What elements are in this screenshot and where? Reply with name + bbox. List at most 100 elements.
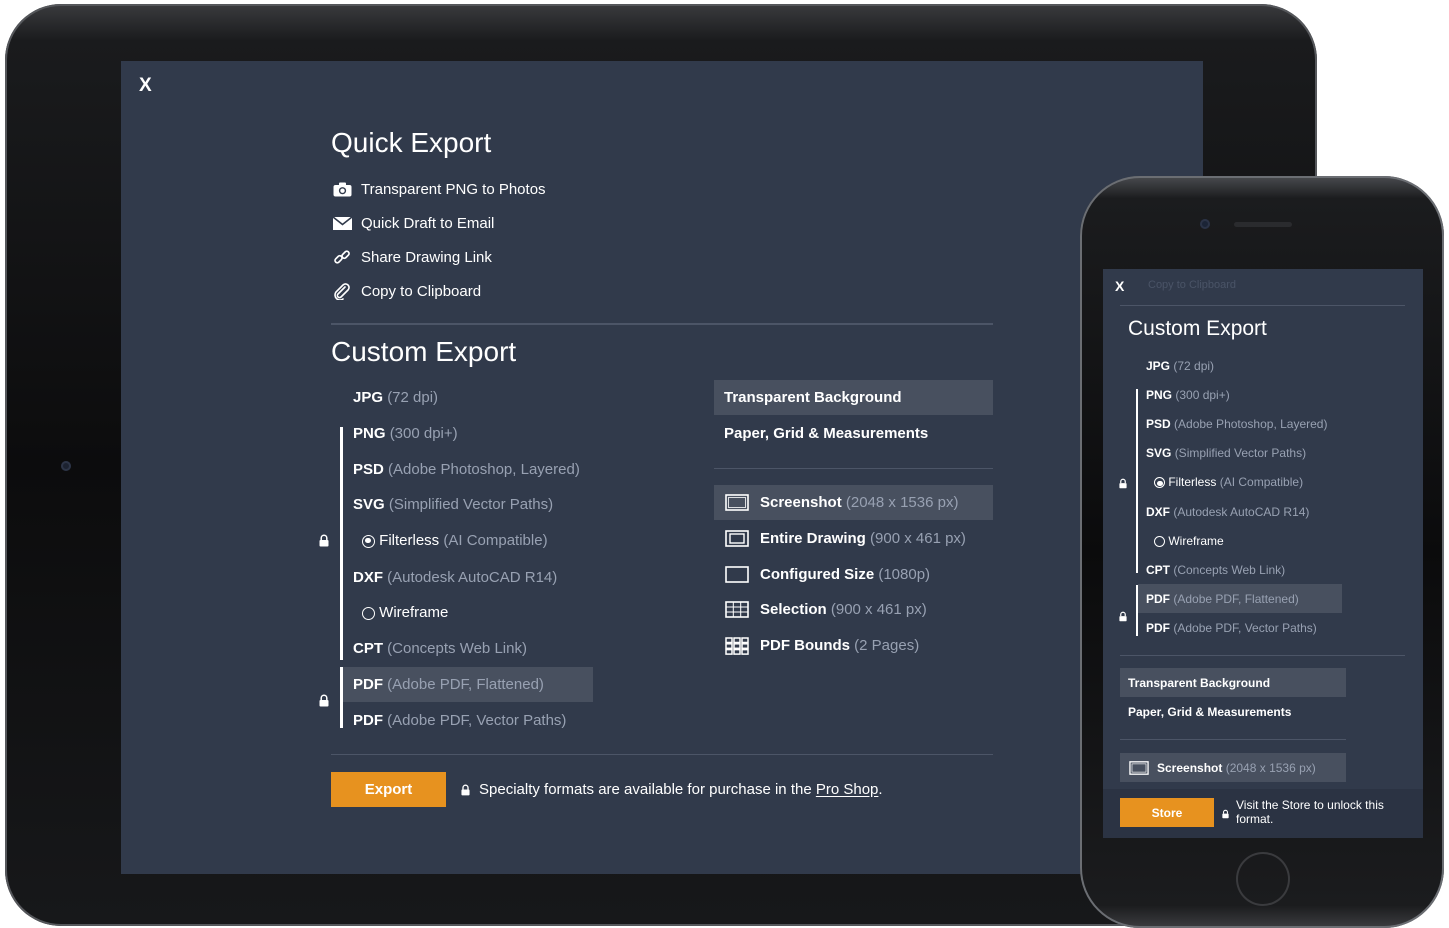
format-svg[interactable]: SVG (Simplified Vector Paths) (353, 496, 553, 513)
format-dxf[interactable]: DXF (Autodesk AutoCAD R14) (353, 569, 557, 586)
size-configured[interactable]: Configured Size (1080p) (760, 566, 930, 583)
format-detail: (Adobe Photoshop, Layered) (1174, 417, 1328, 431)
size-name: Screenshot (760, 494, 842, 511)
format-detail: (Concepts Web Link) (387, 640, 527, 657)
ipad-screen: X Quick Export Transparent PNG to Photos… (121, 61, 1203, 874)
format-detail: (Simplified Vector Paths) (388, 496, 554, 513)
lock-icon (319, 694, 329, 712)
format-detail: (Adobe PDF, Flattened) (387, 676, 544, 693)
size-name: Entire Drawing (760, 530, 866, 547)
format-dxf[interactable]: DXF (Autodesk AutoCAD R14) (1146, 505, 1309, 519)
radio-selected-icon (362, 534, 375, 548)
option-name: Wireframe (379, 604, 449, 621)
link-icon (331, 248, 353, 266)
format-detail: (Adobe PDF, Flattened) (1173, 592, 1299, 606)
pro-shop-link[interactable]: Pro Shop (816, 781, 879, 798)
custom-export-title: Custom Export (331, 336, 517, 367)
pro-shop-note: Specialty formats are available for purc… (479, 781, 883, 798)
store-button[interactable]: Store (1120, 798, 1214, 827)
format-pdf-vector[interactable]: PDF (Adobe PDF, Vector Paths) (353, 712, 566, 729)
home-button[interactable] (1236, 852, 1290, 906)
format-detail: (300 dpi+) (389, 425, 458, 442)
selection-grid-icon (725, 601, 749, 623)
option-filterless[interactable]: Filterless (AI Compatible) (1154, 475, 1303, 489)
option-detail: (AI Compatible) (443, 532, 548, 549)
format-group-line (340, 427, 343, 660)
close-button[interactable]: X (139, 75, 152, 97)
format-detail: (Autodesk AutoCAD R14) (387, 569, 558, 586)
quick-export-item-photos[interactable]: Transparent PNG to Photos (331, 179, 546, 199)
format-name: PDF (1146, 621, 1170, 635)
format-cpt[interactable]: CPT (Concepts Web Link) (353, 640, 527, 657)
format-jpg[interactable]: JPG (72 dpi) (1146, 359, 1214, 373)
size-detail: (1080p) (878, 566, 931, 583)
quick-export-title: Quick Export (331, 127, 492, 158)
format-psd[interactable]: PSD (Adobe Photoshop, Layered) (353, 461, 580, 478)
configured-size-icon (725, 566, 749, 588)
divider (1120, 655, 1405, 656)
option-transparent-background[interactable]: Transparent Background (1128, 676, 1270, 690)
size-selection[interactable]: Selection (900 x 461 px) (760, 601, 927, 618)
option-name: Filterless (379, 532, 440, 549)
screenshot-icon (1129, 761, 1149, 780)
size-detail: (900 x 461 px) (830, 601, 927, 618)
format-psd[interactable]: PSD (Adobe Photoshop, Layered) (1146, 417, 1327, 431)
iphone-camera (1200, 219, 1210, 229)
format-pdf-flattened[interactable]: PDF (Adobe PDF, Flattened) (353, 676, 544, 693)
format-group-line (1136, 389, 1138, 573)
size-entire-drawing[interactable]: Entire Drawing (900 x 461 px) (760, 530, 966, 547)
envelope-icon (331, 216, 353, 230)
format-pdf-flattened[interactable]: PDF (Adobe PDF, Flattened) (1146, 592, 1299, 606)
divider (331, 323, 993, 325)
option-filterless[interactable]: Filterless (AI Compatible) (362, 532, 548, 549)
format-name: SVG (1146, 446, 1172, 460)
format-detail: (Adobe PDF, Vector Paths) (1173, 621, 1317, 635)
format-detail: (Concepts Web Link) (1173, 563, 1286, 577)
format-name: PDF (353, 676, 383, 693)
format-pdf-vector[interactable]: PDF (Adobe PDF, Vector Paths) (1146, 621, 1317, 635)
option-paper-grid[interactable]: Paper, Grid & Measurements (1128, 705, 1291, 719)
radio-selected-icon (1154, 477, 1165, 489)
option-name: Wireframe (1168, 534, 1224, 548)
format-png[interactable]: PNG (300 dpi+) (1146, 388, 1230, 402)
option-wireframe[interactable]: Wireframe (362, 604, 448, 621)
size-screenshot[interactable]: Screenshot (2048 x 1536 px) (760, 494, 958, 511)
quick-export-item-link[interactable]: Share Drawing Link (331, 247, 492, 267)
size-screenshot[interactable]: Screenshot (2048 x 1536 px) (1157, 761, 1316, 775)
format-name: PNG (1146, 388, 1173, 402)
size-pdf-bounds[interactable]: PDF Bounds (2 Pages) (760, 637, 919, 654)
store-note: Visit the Store to unlock this format. (1236, 798, 1384, 826)
radio-empty-icon (362, 606, 375, 620)
format-detail: (72 dpi) (1173, 359, 1215, 373)
format-cpt[interactable]: CPT (Concepts Web Link) (1146, 563, 1285, 577)
camera-icon (331, 182, 353, 197)
faded-clipboard-label: Copy to Clipboard (1148, 279, 1237, 291)
screenshot-icon (725, 494, 749, 516)
paperclip-icon (331, 282, 353, 300)
quick-export-label: Quick Draft to Email (361, 214, 495, 232)
format-name: PDF (1146, 592, 1170, 606)
close-button[interactable]: X (1115, 278, 1124, 294)
lock-icon (1119, 609, 1127, 627)
format-svg[interactable]: SVG (Simplified Vector Paths) (1146, 446, 1306, 460)
format-name: CPT (1146, 563, 1170, 577)
format-name: DXF (1146, 505, 1170, 519)
format-jpg[interactable]: JPG (72 dpi) (353, 389, 438, 406)
option-wireframe[interactable]: Wireframe (1154, 534, 1224, 548)
divider (1120, 305, 1405, 306)
size-name: Screenshot (1157, 761, 1223, 775)
quick-export-item-email[interactable]: Quick Draft to Email (331, 213, 494, 233)
custom-export-title: Custom Export (1128, 317, 1267, 340)
format-name: JPG (353, 389, 384, 406)
format-name: SVG (353, 496, 385, 513)
format-name: PSD (1146, 417, 1171, 431)
option-paper-grid[interactable]: Paper, Grid & Measurements (724, 425, 928, 442)
note-end: . (878, 781, 883, 798)
quick-export-item-clipboard[interactable]: Copy to Clipboard (331, 281, 481, 301)
size-detail: (2 Pages) (854, 637, 920, 654)
lock-icon (319, 534, 329, 552)
format-png[interactable]: PNG (300 dpi+) (353, 425, 458, 442)
export-button[interactable]: Export (331, 772, 446, 807)
option-transparent-background[interactable]: Transparent Background (724, 389, 902, 406)
option-name: Filterless (1168, 475, 1217, 489)
